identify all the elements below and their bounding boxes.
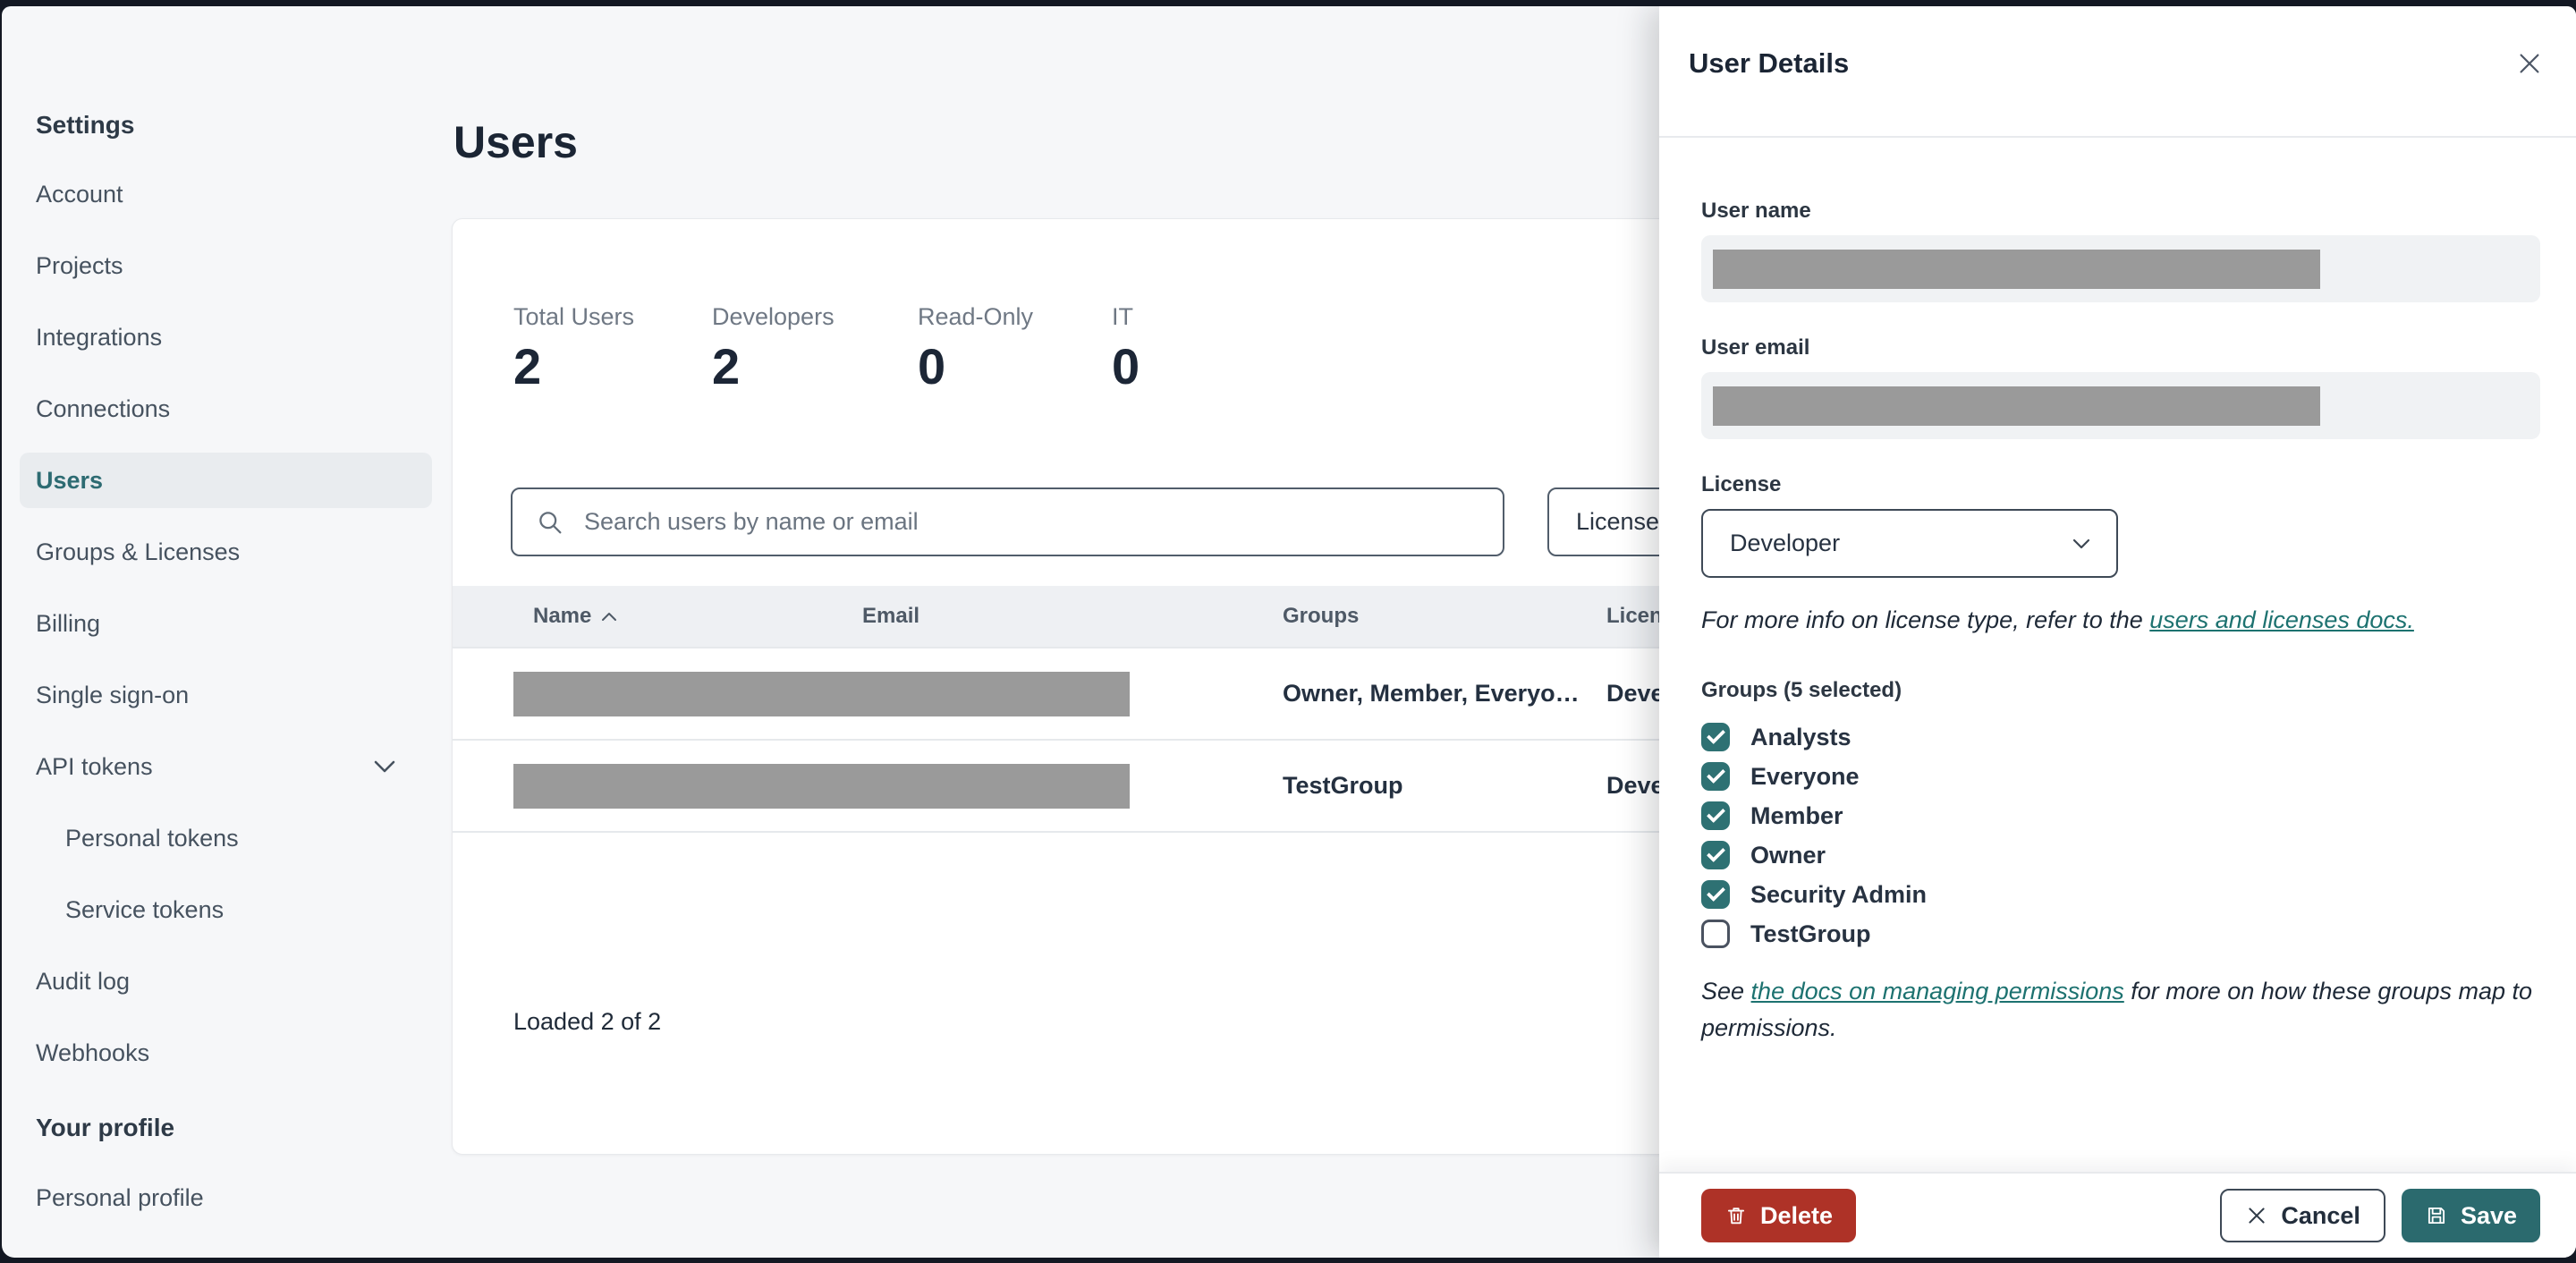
user-email-field[interactable] (1701, 372, 2540, 439)
groups-label: Groups (5 selected) (1701, 678, 1902, 702)
license-select[interactable]: Developer (1701, 509, 2118, 578)
page-title: Users (453, 116, 578, 167)
user-details-panel: User Details User name User email Licens… (1659, 6, 2576, 1258)
group-option-testgroup[interactable]: TestGroup (1701, 914, 2540, 954)
license-label: License (1701, 472, 1782, 496)
sidebar-item-personal-tokens[interactable]: Personal tokens (36, 802, 432, 874)
permissions-note: See the docs on managing permissions for… (1701, 978, 2533, 1041)
group-option-owner[interactable]: Owner (1701, 835, 2540, 875)
chevron-down-icon (373, 759, 396, 774)
sidebar-item-connections[interactable]: Connections (36, 373, 432, 445)
search-users-input[interactable] (582, 507, 1459, 537)
trash-icon (1724, 1204, 1748, 1227)
sidebar-item-integrations[interactable]: Integrations (36, 301, 432, 373)
column-header-groups[interactable]: Groups (1283, 604, 1606, 629)
settings-sidebar: Settings Account Projects Integrations C… (2, 6, 449, 1258)
panel-title: User Details (1689, 47, 1850, 79)
checkbox-member[interactable] (1701, 801, 1730, 830)
group-option-everyone[interactable]: Everyone (1701, 757, 2540, 796)
user-name-field[interactable] (1701, 235, 2540, 302)
sidebar-item-single-sign-on[interactable]: Single sign-on (36, 659, 432, 731)
checkbox-everyone[interactable] (1701, 762, 1730, 791)
panel-header: User Details (1659, 6, 2576, 138)
cell-groups: TestGroup (1283, 772, 1403, 799)
close-icon[interactable] (2512, 46, 2547, 81)
managing-permissions-docs-link[interactable]: the docs on managing permissions (1751, 978, 2124, 1004)
stat-read-only: Read-Only 0 (918, 303, 1034, 394)
cancel-button[interactable]: Cancel (2220, 1189, 2385, 1242)
users-licenses-docs-link[interactable]: users and licenses docs. (2149, 606, 2414, 633)
panel-body: User name User email License Developer F… (1659, 138, 2576, 1172)
redacted-user-email (1713, 386, 2320, 426)
redacted-name-email (513, 763, 1130, 809)
sort-asc-icon (600, 611, 618, 623)
checkbox-security-admin[interactable] (1701, 880, 1730, 909)
stat-developers: Developers 2 (712, 303, 835, 394)
sidebar-item-service-tokens[interactable]: Service tokens (36, 874, 432, 945)
group-option-security-admin[interactable]: Security Admin (1701, 875, 2540, 914)
sidebar-item-audit-log[interactable]: Audit log (36, 945, 432, 1017)
search-icon (536, 508, 564, 537)
sidebar-item-users[interactable]: Users (20, 453, 432, 508)
column-header-name[interactable]: Name (533, 604, 862, 629)
loaded-status: Loaded 2 of 2 (513, 1008, 662, 1035)
chevron-down-icon (2072, 538, 2091, 550)
column-header-email[interactable]: Email (862, 604, 1283, 629)
sidebar-nav: Account Projects Integrations Connection… (20, 158, 449, 1089)
checkbox-testgroup[interactable] (1701, 920, 1730, 948)
checkbox-analysts[interactable] (1701, 723, 1730, 751)
x-icon (2245, 1204, 2268, 1227)
sidebar-item-account[interactable]: Account (36, 158, 432, 230)
sidebar-section-header: Settings (36, 111, 135, 139)
sidebar-item-projects[interactable]: Projects (36, 230, 432, 301)
cell-groups: Owner, Member, Everyo… (1283, 680, 1580, 707)
search-users-box (511, 487, 1504, 556)
sidebar-item-billing[interactable]: Billing (36, 588, 432, 659)
save-button[interactable]: Save (2401, 1189, 2540, 1242)
save-icon (2425, 1204, 2448, 1227)
sidebar-item-webhooks[interactable]: Webhooks (36, 1017, 432, 1089)
redacted-user-name (1713, 250, 2320, 289)
group-option-analysts[interactable]: Analysts (1701, 717, 2540, 757)
app-window: Settings Account Projects Integrations C… (2, 6, 2576, 1258)
sidebar-item-api-tokens[interactable]: API tokens (36, 731, 432, 802)
user-email-label: User email (1701, 335, 1810, 360)
checkbox-owner[interactable] (1701, 841, 1730, 869)
redacted-name-email (513, 671, 1130, 716)
user-name-label: User name (1701, 199, 1811, 223)
license-note: For more info on license type, refer to … (1701, 606, 2414, 633)
delete-button[interactable]: Delete (1701, 1189, 1857, 1242)
panel-footer: Delete Cancel Save (1659, 1172, 2576, 1258)
sidebar-item-groups-licenses[interactable]: Groups & Licenses (36, 516, 432, 588)
group-option-member[interactable]: Member (1701, 796, 2540, 835)
sidebar-item-personal-profile[interactable]: Personal profile (36, 1162, 432, 1233)
sidebar-profile-header: Your profile (36, 1114, 175, 1141)
stat-it: IT 0 (1112, 303, 1140, 394)
license-select-value: Developer (1730, 530, 1841, 556)
stat-total-users: Total Users 2 (513, 303, 635, 394)
